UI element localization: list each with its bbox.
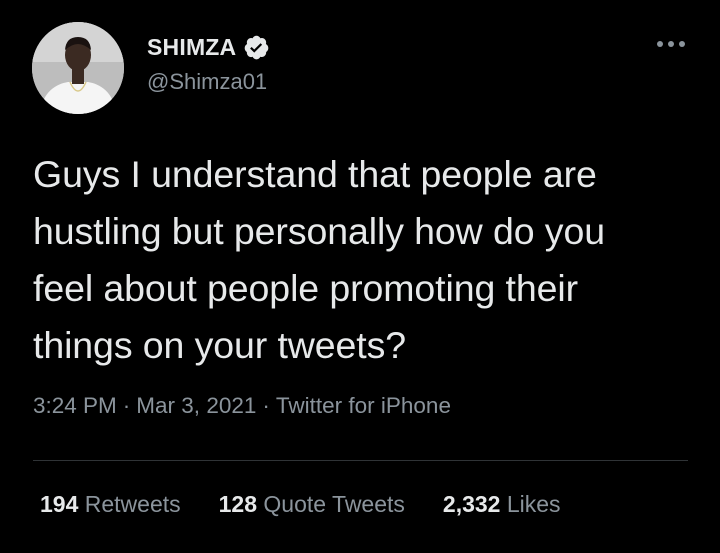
user-handle[interactable]: @Shimza01: [147, 69, 270, 95]
more-options-icon[interactable]: [655, 36, 687, 52]
meta-separator: ·: [122, 393, 131, 418]
divider: [33, 460, 688, 461]
retweets-count: 194: [40, 491, 79, 517]
author-info[interactable]: SHIMZA @Shimza01: [147, 32, 270, 95]
likes-count: 2,332: [442, 491, 501, 517]
display-name[interactable]: SHIMZA: [147, 34, 236, 61]
profile-photo: [32, 22, 124, 114]
likes-stat[interactable]: 2,332 Likes: [443, 491, 561, 518]
tweet-text: Guys I understand that people are hustli…: [33, 153, 605, 366]
tweet-time[interactable]: 3:24 PM: [33, 393, 117, 419]
verified-badge-icon: [243, 34, 270, 61]
tweet-date[interactable]: Mar 3, 2021: [136, 393, 256, 419]
quote-tweets-label: Quote Tweets: [263, 491, 405, 517]
meta-separator: ·: [262, 393, 270, 418]
tweet-meta: 3:24 PM · Mar 3, 2021 · Twitter for iPhone: [33, 393, 451, 419]
retweets-label: Retweets: [84, 491, 181, 517]
likes-label: Likes: [506, 491, 561, 517]
display-name-row: SHIMZA: [147, 32, 270, 62]
avatar[interactable]: [32, 22, 124, 114]
tweet-source[interactable]: Twitter for iPhone: [276, 393, 451, 419]
quote-tweets-stat[interactable]: 128 Quote Tweets: [219, 491, 405, 518]
engagement-stats: 194 Retweets 128 Quote Tweets 2,332 Like…: [40, 491, 599, 518]
tweet-card: SHIMZA @Shimza01 Guys I understand that …: [0, 0, 720, 553]
retweets-stat[interactable]: 194 Retweets: [40, 491, 181, 518]
quote-tweets-count: 128: [218, 491, 258, 517]
